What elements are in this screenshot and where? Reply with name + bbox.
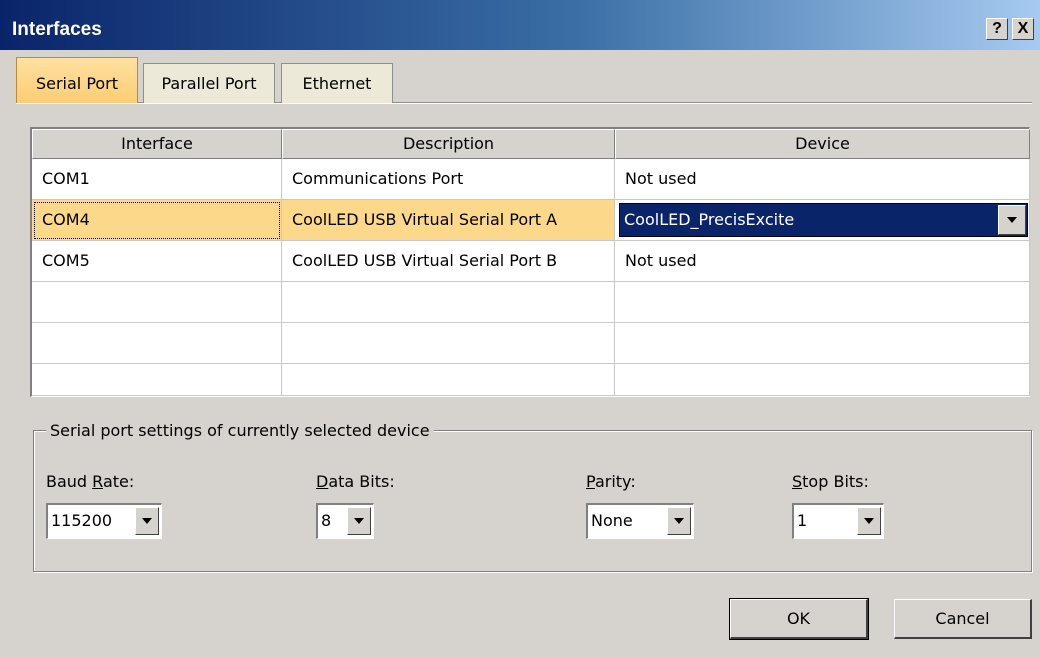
chevron-down-icon: [354, 518, 364, 524]
parity-label: Parity:: [586, 472, 636, 491]
stop-bits-label: Stop Bits:: [792, 472, 869, 491]
title-bar: Interfaces ? X: [0, 0, 1040, 50]
empty-cell: [282, 364, 615, 396]
chevron-down-icon: [1007, 217, 1017, 223]
description-cell[interactable]: CoolLED USB Virtual Serial Port A: [282, 200, 615, 241]
stop-bits-dropdown-button[interactable]: [857, 507, 881, 535]
baud-rate-select[interactable]: 115200: [46, 503, 162, 539]
tab-panel-border-highlight: [16, 103, 1032, 104]
chevron-down-icon: [864, 518, 874, 524]
empty-cell: [282, 323, 615, 364]
data-bits-dropdown-button[interactable]: [347, 507, 371, 535]
interface-cell[interactable]: COM1: [32, 159, 282, 200]
cancel-button[interactable]: Cancel: [894, 599, 1032, 639]
empty-cell: [32, 364, 282, 396]
device-cell[interactable]: Not used: [615, 241, 1030, 282]
column-header-description[interactable]: Description: [282, 129, 615, 159]
parity-value: None: [591, 511, 633, 530]
interface-cell[interactable]: COM4: [32, 200, 282, 241]
empty-row: [32, 364, 1030, 396]
grid-header: Interface Description Device: [32, 129, 1030, 159]
empty-cell: [615, 282, 1030, 323]
description-cell[interactable]: Communications Port: [282, 159, 615, 200]
table-row[interactable]: COM5 CoolLED USB Virtual Serial Port B N…: [32, 241, 1030, 282]
parity-select[interactable]: None: [586, 503, 694, 539]
empty-cell: [615, 323, 1030, 364]
tab-strip: Serial Port Parallel Port Ethernet: [16, 57, 436, 103]
data-bits-label: Data Bits:: [316, 472, 395, 491]
device-dropdown-value: CoolLED_PrecisExcite: [624, 210, 795, 229]
window-title: Interfaces: [12, 19, 102, 40]
chevron-down-icon: [142, 518, 152, 524]
baud-rate-value: 115200: [51, 511, 113, 530]
tab-parallel-port[interactable]: Parallel Port: [143, 63, 275, 103]
table-row[interactable]: COM1 Communications Port Not used: [32, 159, 1030, 200]
interfaces-grid: Interface Description Device COM1 Commun…: [30, 127, 1030, 397]
empty-cell: [615, 364, 1030, 396]
column-header-device[interactable]: Device: [615, 129, 1030, 159]
tab-serial-port[interactable]: Serial Port: [16, 57, 138, 103]
empty-cell: [32, 323, 282, 364]
parity-dropdown-button[interactable]: [667, 507, 691, 535]
group-title: Serial port settings of currently select…: [46, 420, 434, 442]
column-header-interface[interactable]: Interface: [32, 129, 282, 159]
tab-ethernet[interactable]: Ethernet: [281, 63, 393, 103]
data-bits-select[interactable]: 8: [316, 503, 374, 539]
data-bits-value: 8: [321, 511, 332, 530]
device-cell[interactable]: Not used: [615, 159, 1030, 200]
dropdown-arrow-button[interactable]: [998, 205, 1026, 235]
description-cell[interactable]: CoolLED USB Virtual Serial Port B: [282, 241, 615, 282]
interface-cell[interactable]: COM5: [32, 241, 282, 282]
help-button[interactable]: ?: [986, 18, 1008, 40]
ok-button[interactable]: OK: [729, 598, 869, 640]
empty-cell: [282, 282, 615, 323]
serial-settings-group: [33, 430, 1032, 572]
device-dropdown[interactable]: CoolLED_PrecisExcite: [619, 203, 1028, 237]
empty-cell: [32, 282, 282, 323]
chevron-down-icon: [674, 518, 684, 524]
stop-bits-value: 1: [797, 511, 808, 530]
stop-bits-select[interactable]: 1: [792, 503, 884, 539]
empty-row: [32, 323, 1030, 364]
table-row-selected[interactable]: COM4 CoolLED USB Virtual Serial Port A C…: [32, 200, 1030, 241]
empty-row: [32, 282, 1030, 323]
baud-rate-dropdown-button[interactable]: [135, 507, 159, 535]
baud-rate-label: Baud Rate:: [46, 472, 135, 491]
close-button[interactable]: X: [1012, 18, 1034, 40]
